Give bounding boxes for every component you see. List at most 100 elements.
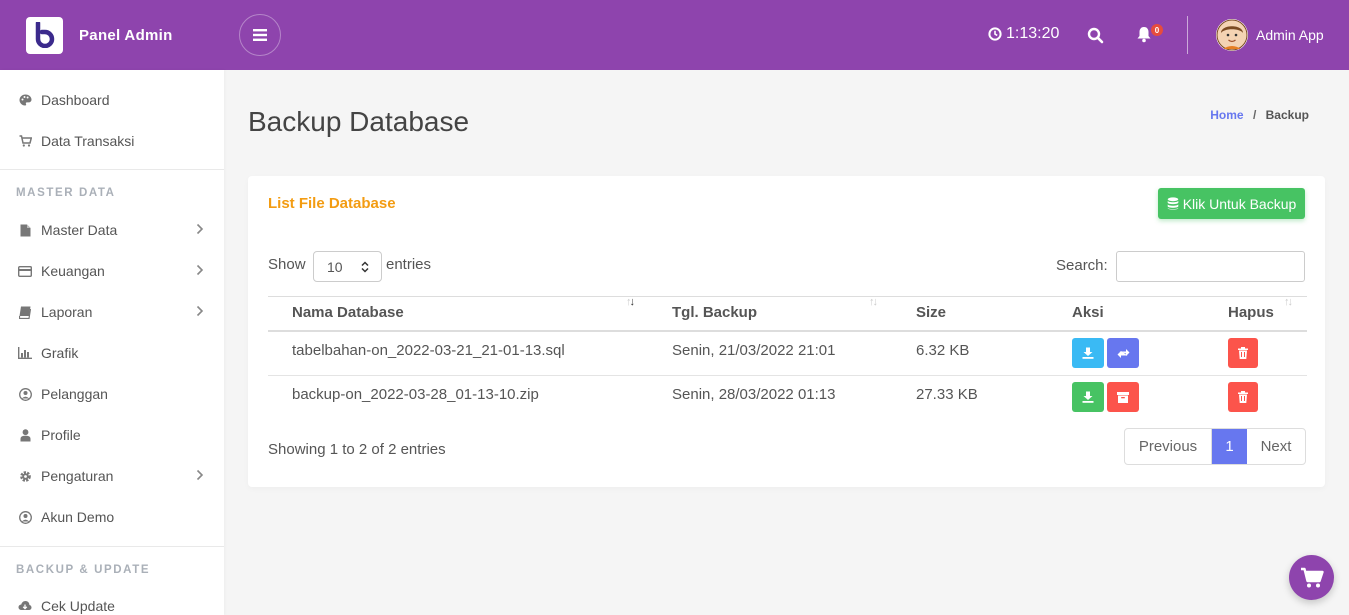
sidebar-divider: [0, 169, 224, 170]
sidebar-item-label: Cek Update: [41, 598, 115, 614]
column-header-nama-database[interactable]: Nama Database: [292, 304, 404, 321]
sidebar-item-laporan[interactable]: Laporan: [0, 292, 224, 332]
user-circle-icon: [18, 387, 32, 401]
user-icon: [18, 428, 32, 442]
brand-logo: [26, 16, 63, 54]
sidebar-item-profile[interactable]: Profile: [0, 415, 224, 455]
file-icon: [18, 223, 32, 237]
bell-icon: [1137, 27, 1151, 43]
clock: 1:13:20: [988, 25, 1059, 43]
sidebar-item-master-data[interactable]: Master Data: [0, 210, 224, 250]
navbar-divider: [1187, 16, 1188, 54]
table-cell-name: backup-on_2022-03-28_01-13-10.zip: [292, 386, 539, 403]
search-button[interactable]: [1087, 27, 1104, 49]
sidebar-item-akun-demo[interactable]: Akun Demo: [0, 497, 224, 537]
sidebar-item-data-transaksi[interactable]: Data Transaksi: [0, 121, 224, 161]
table-info: Showing 1 to 2 of 2 entries: [268, 441, 446, 458]
sort-icon: ↑↓: [869, 296, 878, 308]
show-label: Show: [268, 256, 306, 273]
cart-icon: [1300, 567, 1324, 587]
palette-icon: [18, 93, 32, 107]
column-header-aksi: Aksi: [1072, 304, 1104, 321]
cart-icon: [18, 134, 32, 148]
sidebar-item-cek-update[interactable]: Cek Update: [0, 586, 224, 615]
sidebar-item-label: Keuangan: [41, 263, 105, 279]
trash-icon: [1238, 391, 1248, 403]
column-header-tgl-backup[interactable]: Tgl. Backup: [672, 304, 757, 321]
page-title: Backup Database: [248, 106, 470, 137]
backup-button-label: Klik Untuk Backup: [1182, 195, 1297, 212]
cart-floating-button[interactable]: [1289, 555, 1334, 600]
delete-button[interactable]: [1228, 338, 1258, 368]
sidebar-item-dashboard[interactable]: Dashboard: [0, 80, 224, 120]
previous-page-button[interactable]: Previous: [1125, 429, 1212, 464]
avatar[interactable]: [1216, 19, 1248, 51]
backup-button[interactable]: Klik Untuk Backup: [1158, 188, 1305, 219]
table-cell-size: 6.32 KB: [916, 342, 970, 359]
sidebar-item-label: Laporan: [41, 304, 93, 320]
table-cell-name: tabelbahan-on_2022-03-21_21-01-13.sql: [292, 342, 565, 359]
extract-button[interactable]: [1107, 382, 1139, 412]
next-page-button[interactable]: Next: [1247, 429, 1305, 464]
menu-toggle-button[interactable]: [239, 14, 281, 56]
table-cell-date: Senin, 28/03/2022 01:13: [672, 386, 836, 403]
search-label: Search:: [1056, 257, 1108, 274]
sidebar-item-keuangan[interactable]: Keuangan: [0, 251, 224, 291]
breadcrumb-home-link[interactable]: Home: [1210, 108, 1243, 122]
book-icon: [18, 305, 32, 319]
column-header-hapus[interactable]: Hapus: [1228, 304, 1274, 321]
sidebar-item-label: Profile: [41, 427, 81, 443]
top-navbar: Panel Admin 1:13:20 0 Admin App: [0, 0, 1349, 70]
delete-button[interactable]: [1228, 382, 1258, 412]
credit-card-icon: [18, 264, 32, 278]
entries-label: entries: [386, 256, 432, 273]
sidebar-item-label: Grafik: [41, 345, 79, 361]
breadcrumb-current: Backup: [1265, 108, 1309, 122]
page-length-value: 10: [327, 258, 343, 275]
sidebar-item-pelanggan[interactable]: Pelanggan: [0, 374, 224, 414]
user-name[interactable]: Admin App: [1256, 27, 1324, 43]
notification-button[interactable]: [1136, 26, 1152, 48]
download-icon: [1082, 391, 1094, 403]
bar-chart-icon: [18, 346, 32, 360]
pagination: Previous 1 Next: [1124, 428, 1306, 465]
restore-button[interactable]: [1107, 338, 1139, 368]
table-top-border: [268, 296, 1307, 297]
sidebar-item-pengaturan[interactable]: Pengaturan: [0, 456, 224, 496]
sidebar-section-header: BACKUP & UPDATE: [16, 564, 151, 576]
table-search-input[interactable]: [1116, 251, 1305, 282]
sidebar-item-grafik[interactable]: Grafik: [0, 333, 224, 373]
chevron-right-icon: [196, 469, 204, 481]
gear-icon: [18, 469, 32, 483]
brand[interactable]: Panel Admin: [0, 0, 224, 70]
sidebar-item-label: Data Transaksi: [41, 133, 135, 149]
download-button[interactable]: [1072, 338, 1104, 368]
page-length-select[interactable]: 10: [313, 251, 382, 282]
clock-icon: [988, 27, 1002, 41]
brand-name: Panel Admin: [79, 26, 173, 44]
sidebar-section-header: MASTER DATA: [16, 187, 116, 199]
chevron-right-icon: [196, 223, 204, 235]
table-header-border: [268, 330, 1307, 332]
column-header-size[interactable]: Size: [916, 304, 946, 321]
download-button[interactable]: [1072, 382, 1104, 412]
sidebar-item-label: Pelanggan: [41, 386, 108, 402]
download-icon: [1082, 347, 1094, 359]
search-icon: [1087, 27, 1104, 44]
sidebar-divider: [0, 546, 224, 547]
select-arrows-icon: [361, 261, 369, 273]
trash-icon: [1238, 347, 1248, 359]
chevron-right-icon: [196, 305, 204, 317]
sort-icon: ↑↓: [626, 296, 635, 308]
notification-badge: 0: [1151, 24, 1163, 36]
table-row-divider: [268, 375, 1307, 376]
card-title: List File Database: [268, 195, 396, 212]
database-icon: [1167, 197, 1178, 210]
page-1-button[interactable]: 1: [1212, 429, 1247, 464]
hamburger-icon: [253, 29, 267, 41]
sidebar: Dashboard Data Transaksi MASTER DATA Mas…: [0, 70, 224, 615]
table-cell-size: 27.33 KB: [916, 386, 978, 403]
sidebar-item-label: Akun Demo: [41, 509, 115, 525]
breadcrumb-separator: /: [1252, 108, 1257, 122]
breadcrumb: Home / Backup: [1210, 108, 1309, 122]
